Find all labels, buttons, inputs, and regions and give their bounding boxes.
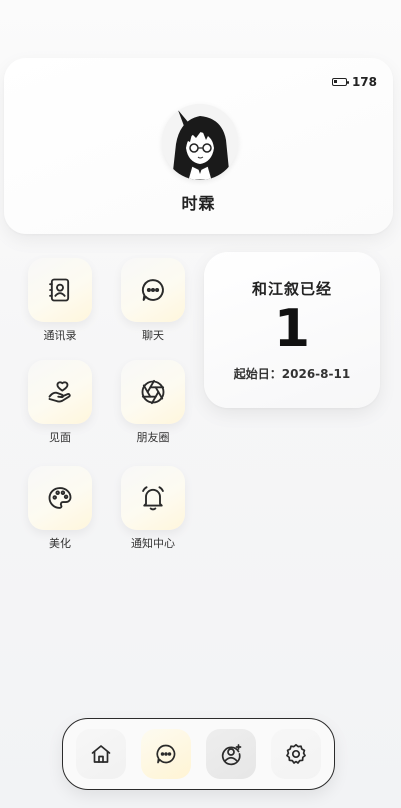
palette-tile[interactable] <box>28 466 92 530</box>
chat-tile[interactable] <box>121 258 185 322</box>
moments-tile[interactable] <box>121 360 185 424</box>
dock-settings-button[interactable] <box>271 729 321 779</box>
app-palette[interactable]: 美化 <box>20 466 100 551</box>
dock-profile-button[interactable] <box>206 729 256 779</box>
app-label: 见面 <box>49 431 71 444</box>
counter-days: 1 <box>273 299 311 359</box>
bottom-dock <box>62 718 335 790</box>
app-moments[interactable]: 朋友圈 <box>113 360 193 445</box>
app-label: 通讯录 <box>43 329 77 342</box>
counter-title: 和江叙已经 <box>251 280 332 298</box>
counter-start-date: 起始日：2026-8-11 <box>233 367 351 381</box>
battery-icon <box>331 78 349 86</box>
notifications-tile[interactable] <box>121 466 185 530</box>
app-label: 聊天 <box>142 329 164 342</box>
app-label: 朋友圈 <box>136 431 170 444</box>
contacts-icon <box>49 278 70 302</box>
bell-icon <box>142 486 164 511</box>
settings-icon <box>286 743 306 764</box>
meet-icon <box>48 381 71 403</box>
battery-indicator: 178 <box>331 75 377 89</box>
chat-icon <box>141 279 164 301</box>
dock-chat-button[interactable] <box>141 729 191 779</box>
app-notifications[interactable]: 通知中心 <box>113 466 193 551</box>
chat-icon <box>156 744 176 764</box>
user-profile-icon <box>221 744 242 766</box>
app-label: 美化 <box>49 537 71 550</box>
meet-tile[interactable] <box>28 360 92 424</box>
profile-card: 178 时霖 <box>4 58 393 234</box>
dock-home-button[interactable] <box>76 729 126 779</box>
days-counter-widget[interactable]: 和江叙已经 1 起始日：2026-8-11 <box>204 252 380 408</box>
app-meet[interactable]: 见面 <box>20 360 100 445</box>
home-icon <box>91 745 111 763</box>
contacts-tile[interactable] <box>28 258 92 322</box>
app-chat[interactable]: 聊天 <box>113 258 193 343</box>
battery-level: 178 <box>351 75 377 89</box>
moments-icon <box>141 379 165 405</box>
palette-icon <box>48 487 72 509</box>
app-contacts[interactable]: 通讯录 <box>20 258 100 343</box>
profile-name: 时霖 <box>181 194 216 213</box>
avatar[interactable] <box>162 104 238 180</box>
app-label: 通知中心 <box>131 537 175 550</box>
